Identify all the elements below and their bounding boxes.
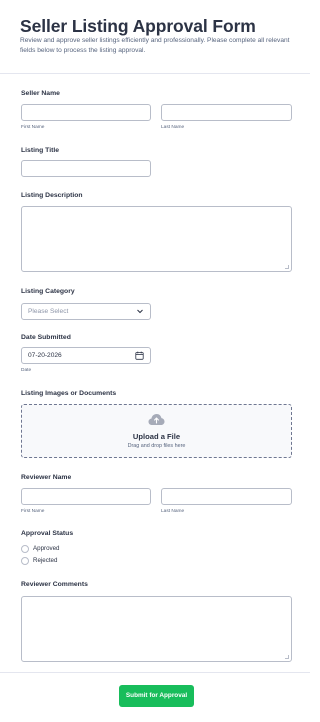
date-submitted-value: 07-20-2026 <box>28 352 62 359</box>
seller-first-name-sublabel: First Name <box>21 125 45 130</box>
seller-name-label: Seller Name <box>21 90 60 97</box>
chevron-down-icon <box>137 309 143 314</box>
listing-category-selected: Please Select <box>28 308 69 315</box>
upload-title: Upload a File <box>132 432 181 441</box>
reviewer-first-name-input[interactable] <box>21 488 151 505</box>
resize-grip-icon[interactable] <box>285 655 289 659</box>
date-sublabel: Date <box>21 368 32 373</box>
cloud-upload-icon <box>148 414 165 425</box>
file-upload-dropzone[interactable]: Upload a File Drag and drop files here <box>21 404 292 458</box>
reviewer-comments-label: Reviewer Comments <box>21 581 88 588</box>
date-submitted-label: Date Submitted <box>21 334 71 341</box>
listing-category-select[interactable]: Please Select <box>21 303 151 320</box>
seller-last-name-input[interactable] <box>161 104 292 121</box>
listing-description-label: Listing Description <box>21 192 83 199</box>
radio-label-approved: Approved <box>33 545 60 552</box>
reviewer-last-name-sublabel: Last Name <box>161 509 185 514</box>
seller-last-name-sublabel: Last Name <box>161 125 185 130</box>
date-submitted-input[interactable]: 07-20-2026 <box>21 347 151 364</box>
reviewer-comments-textarea[interactable] <box>21 596 292 662</box>
upload-label: Listing Images or Documents <box>21 390 117 397</box>
resize-grip-icon[interactable] <box>285 265 289 269</box>
upload-subtitle: Drag and drop files here <box>127 443 186 449</box>
form-title: Seller Listing Approval Form <box>20 16 256 36</box>
form-header: Seller Listing Approval Form Review and … <box>0 0 310 74</box>
reviewer-last-name-input[interactable] <box>161 488 292 505</box>
radio-circle-icon[interactable] <box>21 545 29 553</box>
form-footer: Submit for Approval <box>0 672 310 722</box>
listing-description-textarea[interactable] <box>21 206 292 272</box>
listing-title-label: Listing Title <box>21 147 60 154</box>
reviewer-first-name-sublabel: First Name <box>21 509 45 514</box>
approval-status-label: Approval Status <box>21 530 74 537</box>
listing-title-input[interactable] <box>21 160 151 177</box>
seller-first-name-input[interactable] <box>21 104 151 121</box>
listing-category-label: Listing Category <box>21 288 75 295</box>
reviewer-name-label: Reviewer Name <box>21 474 72 481</box>
radio-circle-icon[interactable] <box>21 557 29 565</box>
calendar-icon[interactable] <box>135 351 144 360</box>
radio-label-rejected: Rejected <box>33 557 58 564</box>
form-description: Review and approve seller listings effic… <box>20 37 290 54</box>
submit-button[interactable]: Submit for Approval <box>119 685 194 707</box>
